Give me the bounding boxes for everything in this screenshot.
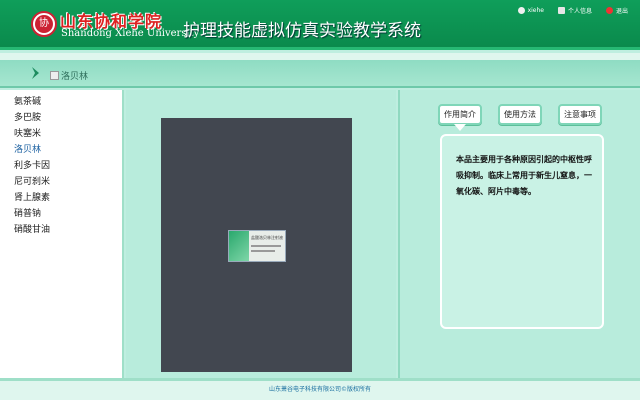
drug-box-line <box>251 250 275 252</box>
header: 协 山东协和学院 Shandong Xiehe University 护理技能虚… <box>0 0 640 50</box>
tab-introduction[interactable]: 作用简介 <box>438 104 482 131</box>
drug-item[interactable]: 利多卡因 <box>0 158 122 174</box>
drug-item[interactable]: 氨茶碱 <box>0 94 122 110</box>
tab-usage[interactable]: 使用方法 <box>498 104 542 125</box>
logout-label: 退出 <box>615 8 628 15</box>
viewer-panel: 盐酸洛贝林注射液 <box>126 90 396 378</box>
drug-image-viewer[interactable]: 盐酸洛贝林注射液 <box>161 118 352 372</box>
tab-precautions[interactable]: 注意事项 <box>558 104 602 125</box>
school-name-en: Shandong Xiehe University <box>61 28 200 39</box>
breadcrumb-current: 洛贝林 <box>50 69 88 82</box>
drug-box-image: 盐酸洛贝林注射液 <box>228 230 286 262</box>
system-title: 护理技能虚拟仿真实验教学系统 <box>183 21 421 41</box>
user-icon <box>517 7 525 14</box>
user-link-username[interactable]: xiehe <box>517 6 544 15</box>
drug-item-active[interactable]: 洛贝林 <box>0 142 122 158</box>
breadcrumb: 洛贝林 <box>0 60 640 88</box>
user-link-profile[interactable]: 个人信息 <box>557 6 592 15</box>
drug-box-line <box>251 245 281 247</box>
drug-item[interactable]: 呋塞米 <box>0 126 122 142</box>
logo-seal-icon: 协 <box>35 15 53 33</box>
info-panel: 作用简介 使用方法 注意事项 本品主要用于各种原因引起的中枢性呼吸抑制。临床上常… <box>398 90 640 378</box>
power-icon <box>605 7 613 14</box>
profile-label: 个人信息 <box>567 8 592 15</box>
broken-image-icon <box>50 71 59 80</box>
user-links: xiehe 个人信息 退出 <box>517 6 628 15</box>
copyright-text: 山东萧谷电子科技有限公司©版权所有 <box>268 386 371 393</box>
tab-content-text: 本品主要用于各种原因引起的中枢性呼吸抑制。临床上常用于新生儿窒息，一氧化碳、阿片… <box>456 155 592 196</box>
drug-box-label: 盐酸洛贝林注射液 <box>251 235 283 240</box>
footer: 山东萧谷电子科技有限公司©版权所有 <box>0 378 640 400</box>
breadcrumb-label: 洛贝林 <box>61 72 89 82</box>
drug-item[interactable]: 硝普钠 <box>0 206 122 222</box>
chevron-right-icon <box>32 67 39 79</box>
drug-item[interactable]: 肾上腺素 <box>0 190 122 206</box>
username-label: xiehe <box>527 7 544 14</box>
drug-item[interactable]: 硝酸甘油 <box>0 222 122 238</box>
school-logo: 协 <box>31 11 57 37</box>
user-link-logout[interactable]: 退出 <box>605 6 628 15</box>
header-divider <box>0 53 640 60</box>
drug-item[interactable]: 多巴胺 <box>0 110 122 126</box>
profile-icon <box>557 7 565 14</box>
drug-list: 氨茶碱 多巴胺 呋塞米 洛贝林 利多卡因 尼可刹米 肾上腺素 硝普钠 硝酸甘油 <box>0 90 124 378</box>
drug-box-stripe <box>229 231 249 261</box>
tab-content: 本品主要用于各种原因引起的中枢性呼吸抑制。临床上常用于新生儿窒息，一氧化碳、阿片… <box>440 134 604 329</box>
info-tabs: 作用简介 使用方法 注意事项 <box>438 104 602 131</box>
drug-item[interactable]: 尼可刹米 <box>0 174 122 190</box>
